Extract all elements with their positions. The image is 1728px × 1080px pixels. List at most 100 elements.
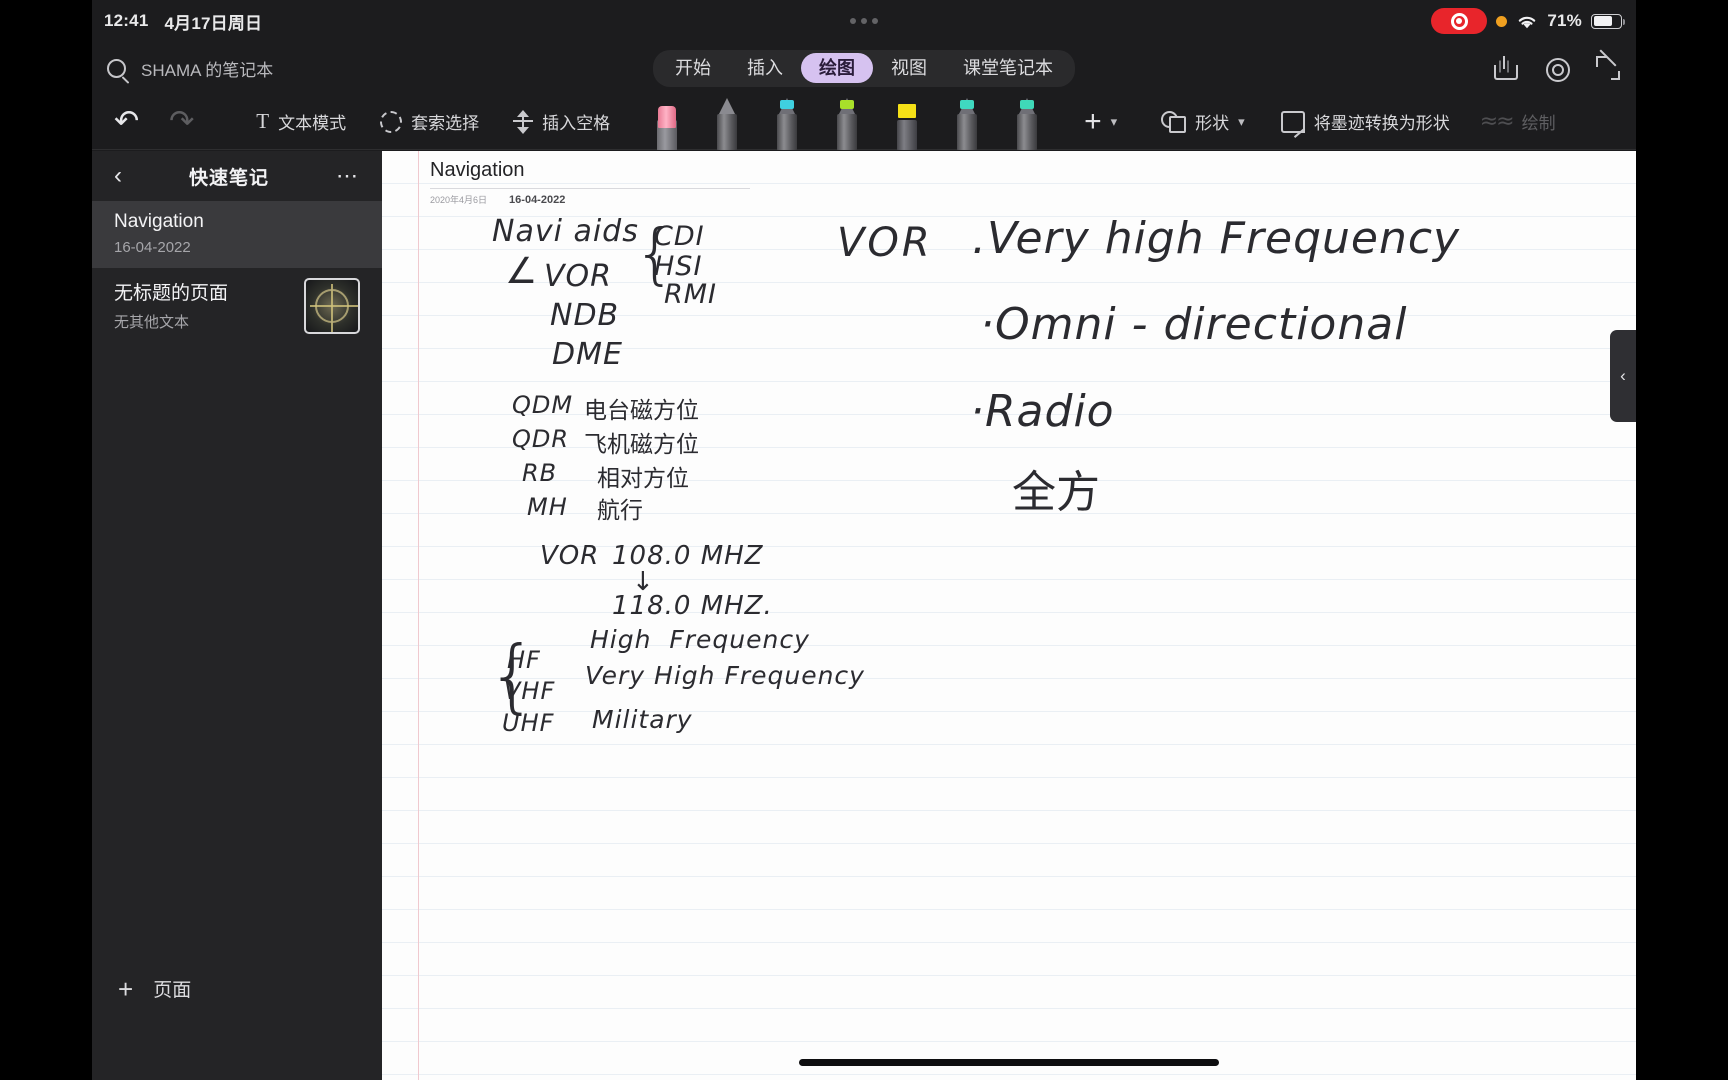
side-panel-toggle[interactable]: ‹ (1610, 330, 1636, 422)
ink-qdr-cn: 飞机磁方位 (584, 432, 699, 458)
pen-cyan[interactable] (774, 97, 800, 150)
record-ring (1450, 12, 1468, 30)
chevron-down-icon: ▾ (1238, 113, 1245, 129)
wifi-icon (1519, 16, 1536, 28)
page-title[interactable]: Navigation (430, 159, 525, 182)
page-item-subtitle: 无其他文本 (114, 314, 190, 331)
insert-space-icon (513, 109, 534, 134)
ink-radio: ·Radio (970, 386, 1115, 437)
tab-draw[interactable]: 绘图 (801, 53, 873, 83)
ink-navi-aids: Navi aids (492, 214, 639, 249)
status-bar-right: 71% (1431, 8, 1625, 34)
sidebar-title: 快速笔记 (188, 167, 269, 189)
text-mode-label: 文本模式 (278, 114, 347, 133)
margin-line (418, 151, 419, 1080)
add-pen-button[interactable]: + ▾ (1084, 106, 1118, 137)
undo-button[interactable]: ↶ (114, 106, 139, 136)
add-page-button[interactable]: + 页面 (92, 975, 382, 1002)
screen-root: 12:41 4月17日周日 71% SHAMA 的笔记本 开始 插入 绘图 视图… (0, 0, 1728, 1080)
ink-angle-mark: ∠ (505, 251, 538, 292)
eraser-tool[interactable] (654, 98, 680, 150)
lasso-select-button[interactable]: 套索选择 (380, 109, 479, 134)
note-canvas[interactable]: Navigation 2020年4月6日 16-04-2022 Navi aid… (382, 151, 1636, 1080)
tablet-viewport: 12:41 4月17日周日 71% SHAMA 的笔记本 开始 插入 绘图 视图… (92, 0, 1636, 1080)
record-indicator-icon[interactable] (1431, 8, 1488, 34)
ink-vhf-expand: Very High Frequency (585, 661, 865, 690)
ink-qdm-cn: 电台磁方位 (584, 398, 699, 424)
redo-icon: ↷ (169, 103, 195, 139)
battery-icon (1591, 13, 1625, 29)
more-options-icon[interactable]: ⋯ (336, 165, 360, 187)
tab-insert[interactable]: 插入 (729, 53, 801, 83)
highlighter-yellow[interactable] (894, 98, 920, 150)
share-icon[interactable] (1492, 56, 1518, 80)
pen-teal[interactable] (954, 97, 980, 150)
ink-rb: RB (522, 459, 558, 487)
shapes-label: 形状 (1195, 114, 1230, 133)
battery-percentage: 71% (1547, 11, 1582, 30)
ink-vor-heading: VOR (837, 220, 933, 266)
ink-very-high-frequency: .Very high Frequency (972, 213, 1461, 264)
shapes-button[interactable]: 形状 ▾ (1161, 109, 1245, 134)
ink-qdr: QDR (512, 425, 570, 453)
ink-uhf: UHF (502, 709, 555, 737)
tab-class-notebook[interactable]: 课堂笔记本 (945, 53, 1071, 83)
page-item-title: Navigation (114, 211, 204, 232)
ink-mh-cn: 航行 (597, 498, 643, 524)
expand-icon[interactable] (1596, 56, 1620, 80)
insert-space-button[interactable]: 插入空格 (513, 109, 610, 134)
page-thumbnail-compass (304, 278, 360, 334)
status-bar-left: 12:41 4月17日周日 (104, 9, 262, 34)
ink-to-shape-button[interactable]: 将墨迹转换为形状 (1280, 109, 1450, 134)
ink-omni-directional: ·Omni - directional (980, 299, 1408, 350)
ink-vhf: VHF (504, 677, 556, 705)
search-input[interactable]: SHAMA 的笔记本 (107, 56, 437, 81)
sidebar-item-navigation[interactable]: Navigation 16-04-2022 (92, 201, 382, 268)
ink-ndb: NDB (550, 298, 620, 333)
handle-dot (872, 18, 878, 24)
pen-tray (654, 94, 1040, 150)
gear-icon[interactable] (1544, 56, 1570, 82)
text-mode-button[interactable]: T 文本模式 (256, 109, 346, 134)
ink-hf: HF (507, 646, 541, 674)
pen-grey[interactable] (714, 97, 740, 150)
notebook-name: SHAMA 的笔记本 (141, 60, 274, 80)
home-indicator (799, 1059, 1219, 1066)
ink-cdi: CDI (654, 221, 705, 252)
ink-hsi: HSI (654, 251, 703, 282)
chevron-down-icon: ▾ (1110, 113, 1118, 129)
page-date-num: 16-04-2022 (509, 194, 566, 206)
chevron-left-icon: ‹ (1620, 366, 1626, 385)
status-bar: 12:41 4月17日周日 71% (92, 0, 1636, 42)
sidebar-item-untitled[interactable]: 无标题的页面 无其他文本 (92, 268, 382, 346)
ink-vor: VOR (544, 259, 612, 294)
header-actions (1492, 56, 1620, 82)
microphone-in-use-icon (1496, 15, 1508, 27)
redo-button[interactable]: ↷ (169, 103, 195, 139)
pen-green[interactable] (834, 97, 860, 150)
ink-rb-cn: 相对方位 (597, 466, 689, 492)
sidebar-header: ‹ 快速笔记 ⋯ (92, 151, 382, 201)
tab-home[interactable]: 开始 (657, 53, 729, 83)
page-item-title: 无标题的页面 (114, 283, 229, 304)
page-title-text: Navigation (430, 159, 525, 181)
plus-icon: + (118, 973, 134, 1004)
handle-dot (861, 18, 867, 24)
tab-view[interactable]: 视图 (873, 53, 945, 83)
draw-disabled-label: 绘制 (1521, 114, 1556, 133)
title-underline (430, 188, 750, 189)
pen-teal-2[interactable] (1014, 97, 1040, 150)
draw-ribbon: ↶ ↷ T 文本模式 套索选择 插入空格 + ▾ 形状 ▾ 将墨迹转换为形状 ≈… (92, 94, 1636, 150)
pages-sidebar: ‹ 快速笔记 ⋯ Navigation 16-04-2022 无标题的页面 无其… (92, 151, 382, 1080)
app-header: SHAMA 的笔记本 开始 插入 绘图 视图 课堂笔记本 (92, 42, 1636, 94)
ink-freq-118: 118.0 MHZ. (612, 591, 773, 621)
lasso-icon (380, 110, 403, 133)
ribbon-tab-bar: 开始 插入 绘图 视图 课堂笔记本 (653, 49, 1075, 87)
shapes-icon (1161, 110, 1187, 133)
ink-quanfang-cn: 全方 (1012, 467, 1100, 518)
ink-dme: DME (552, 337, 623, 372)
insert-space-label: 插入空格 (542, 114, 611, 133)
draw-disabled-button: ≈≈ 绘制 (1480, 109, 1556, 134)
text-icon: T (256, 109, 270, 133)
chevron-left-icon[interactable]: ‹ (114, 164, 122, 188)
